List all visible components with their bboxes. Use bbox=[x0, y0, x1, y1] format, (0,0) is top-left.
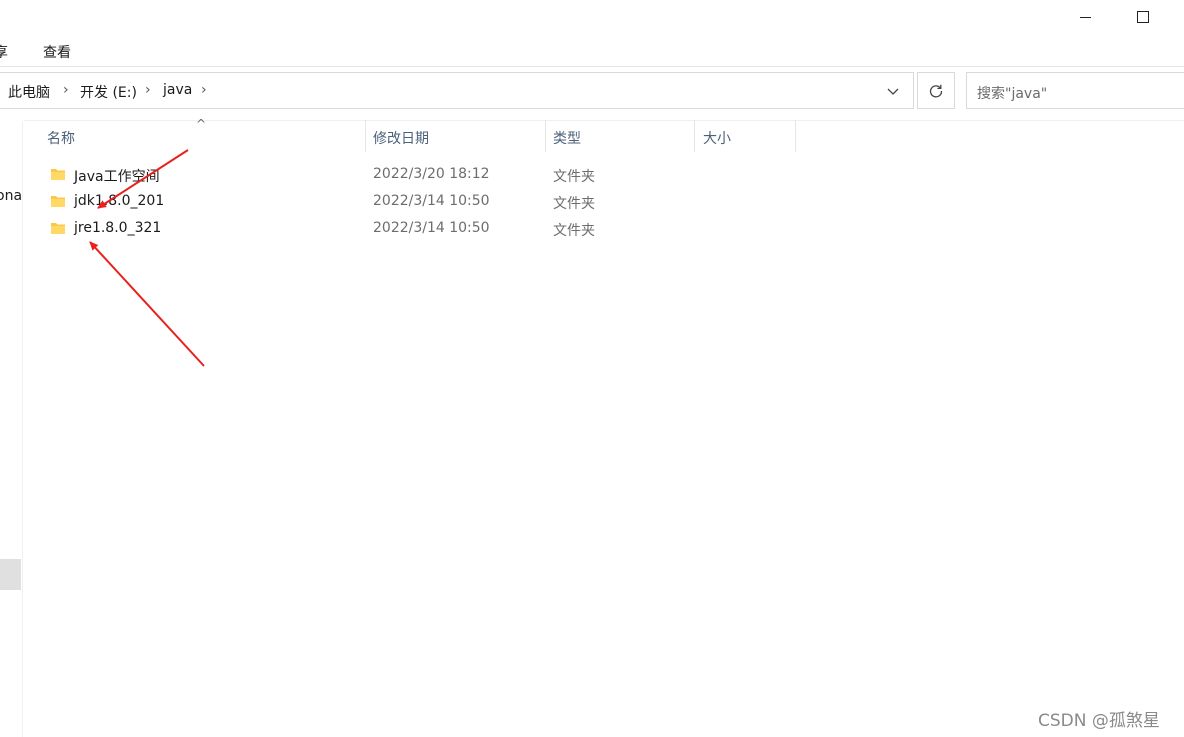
file-date: 2022/3/20 18:12 bbox=[373, 166, 490, 182]
tab-view[interactable]: 查看 bbox=[43, 42, 71, 62]
file-date: 2022/3/14 10:50 bbox=[373, 220, 490, 236]
chevron-right-icon[interactable]: › bbox=[145, 82, 151, 98]
minimize-button[interactable] bbox=[1062, 4, 1108, 30]
navigation-pane: ona bbox=[0, 121, 23, 737]
breadcrumb-drive[interactable]: 开发 (E:) bbox=[80, 82, 137, 102]
file-row[interactable]: jdk1.8.0_201 2022/3/14 10:50 文件夹 bbox=[40, 189, 660, 215]
address-bar[interactable]: 此电脑 › 开发 (E:) › java › bbox=[0, 72, 914, 109]
annotation-arrow-jre bbox=[89, 241, 205, 367]
nav-item-fragment[interactable]: ona bbox=[0, 188, 22, 204]
breadcrumb-java[interactable]: java bbox=[163, 82, 192, 98]
file-row[interactable]: jre1.8.0_321 2022/3/14 10:50 文件夹 bbox=[40, 216, 660, 242]
column-header-size[interactable]: 大小 bbox=[703, 128, 731, 148]
watermark: CSDN @孤煞星 bbox=[1038, 711, 1160, 731]
chevron-down-icon[interactable] bbox=[886, 84, 900, 98]
refresh-icon bbox=[929, 84, 943, 98]
file-row[interactable]: Java工作空间 2022/3/20 18:12 文件夹 bbox=[40, 162, 660, 188]
folder-icon bbox=[51, 223, 65, 234]
refresh-button[interactable] bbox=[917, 72, 955, 109]
breadcrumb-this-pc[interactable]: 此电脑 bbox=[8, 82, 50, 102]
search-box[interactable]: 搜索"java" bbox=[966, 72, 1184, 109]
maximize-icon bbox=[1137, 11, 1149, 23]
chevron-right-icon[interactable]: › bbox=[63, 82, 69, 98]
column-header-name[interactable]: 名称 bbox=[47, 128, 75, 148]
column-header-date[interactable]: 修改日期 bbox=[373, 128, 429, 148]
sort-ascending-icon: ^ bbox=[196, 117, 207, 131]
file-type: 文件夹 bbox=[553, 223, 595, 239]
ribbon-divider bbox=[0, 66, 1184, 67]
annotation-arrows bbox=[89, 149, 205, 367]
folder-icon bbox=[51, 169, 65, 180]
file-name[interactable]: jdk1.8.0_201 bbox=[74, 193, 164, 209]
maximize-button[interactable] bbox=[1120, 4, 1166, 30]
column-divider[interactable] bbox=[545, 120, 546, 152]
column-header-type[interactable]: 类型 bbox=[553, 128, 581, 148]
file-date: 2022/3/14 10:50 bbox=[373, 193, 490, 209]
tab-share[interactable]: 享 bbox=[0, 42, 8, 62]
column-divider[interactable] bbox=[694, 120, 695, 152]
search-placeholder[interactable]: 搜索"java" bbox=[977, 83, 1047, 103]
file-name[interactable]: Java工作空间 bbox=[74, 166, 160, 186]
file-type: 文件夹 bbox=[553, 196, 595, 212]
chevron-right-icon[interactable]: › bbox=[201, 82, 207, 98]
folder-icon bbox=[51, 196, 65, 207]
file-explorer-window: 享 查看 此电脑 › 开发 (E:) › java › 搜索"java" ona… bbox=[0, 0, 1184, 737]
column-divider[interactable] bbox=[795, 120, 796, 152]
column-divider[interactable] bbox=[365, 120, 366, 152]
nav-scrollbar-thumb[interactable] bbox=[0, 559, 21, 590]
ribbon-tabs: 享 查看 bbox=[0, 38, 1184, 64]
file-name[interactable]: jre1.8.0_321 bbox=[74, 220, 161, 236]
file-type: 文件夹 bbox=[553, 169, 595, 185]
minimize-icon bbox=[1079, 16, 1091, 18]
